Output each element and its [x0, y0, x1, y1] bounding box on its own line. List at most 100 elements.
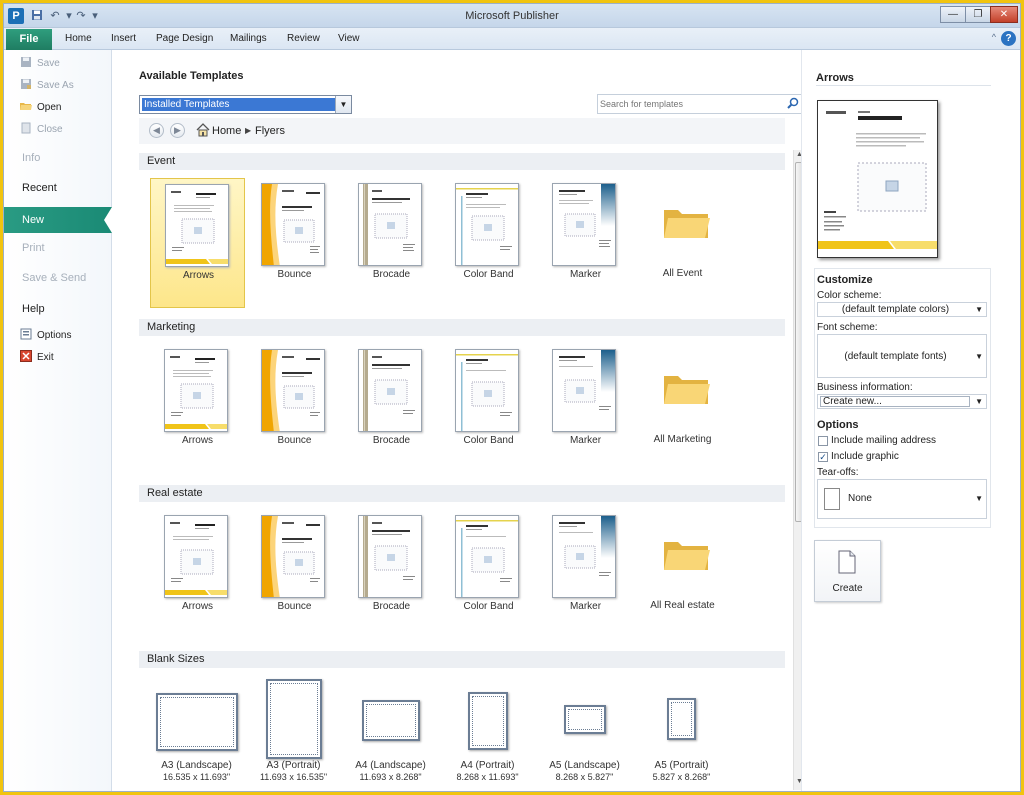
- include-mailing-label[interactable]: Include mailing address: [831, 435, 936, 446]
- tab-home[interactable]: Home: [65, 28, 92, 50]
- tearoffs-dropdown[interactable]: None ▼: [817, 479, 987, 519]
- template-tile-event-arrows[interactable]: Arrows: [150, 178, 245, 308]
- nav-options-label: Options: [37, 330, 72, 341]
- include-graphic-label[interactable]: Include graphic: [831, 451, 899, 462]
- include-mailing-checkbox[interactable]: [818, 436, 828, 446]
- nav-save-as-button[interactable]: Save As: [20, 78, 74, 94]
- thumbnail-color-band: [455, 515, 519, 598]
- nav-options-button[interactable]: Options: [20, 328, 71, 344]
- exit-icon: [20, 350, 32, 362]
- chevron-down-icon[interactable]: ▼: [975, 397, 983, 406]
- color-scheme-dropdown[interactable]: (default template colors) ▼: [817, 302, 987, 317]
- template-tile-marketing-bounce[interactable]: Bounce: [247, 344, 342, 474]
- include-graphic-checkbox[interactable]: ✓: [818, 452, 828, 462]
- blank-size-a4-landscape[interactable]: A4 (Landscape) 11.693 x 8.268": [343, 675, 438, 791]
- template-tile-marketing-marker[interactable]: Marker: [538, 344, 633, 474]
- font-scheme-dropdown[interactable]: (default template fonts) ▼: [817, 334, 987, 378]
- tab-file[interactable]: File: [6, 29, 52, 50]
- template-label: Arrows: [182, 270, 215, 281]
- template-preview-image: [817, 100, 938, 258]
- nav-save-button[interactable]: Save: [20, 56, 60, 72]
- nav-tab-info[interactable]: Info: [22, 152, 40, 164]
- thumbnail-marker: [552, 183, 616, 266]
- template-label: Color Band: [463, 601, 514, 612]
- template-tile-real-estate-marker[interactable]: Marker: [538, 510, 633, 640]
- tab-review[interactable]: Review: [287, 28, 320, 50]
- nav-open-button[interactable]: Open: [20, 100, 61, 116]
- nav-tab-print[interactable]: Print: [22, 242, 45, 254]
- nav-save-as-label: Save As: [37, 80, 74, 91]
- section-header-blank-sizes[interactable]: Blank Sizes: [139, 651, 785, 668]
- minimize-ribbon-icon[interactable]: ^: [992, 32, 996, 42]
- chevron-down-icon[interactable]: ▼: [975, 352, 983, 361]
- template-tile-marketing-color-band[interactable]: Color Band: [441, 344, 536, 474]
- section-header-event[interactable]: Event: [139, 153, 785, 170]
- chevron-down-icon[interactable]: ▼: [975, 305, 983, 314]
- template-tile-event-color-band[interactable]: Color Band: [441, 178, 536, 308]
- template-tile-marketing-arrows[interactable]: Arrows: [150, 344, 245, 474]
- blank-page-thumbnail: [564, 705, 606, 734]
- nav-exit-button[interactable]: Exit: [20, 350, 54, 366]
- minimize-button[interactable]: —: [940, 6, 966, 23]
- template-tile-real-estate-arrows[interactable]: Arrows: [150, 510, 245, 640]
- blank-size-a5-portrait[interactable]: A5 (Portrait) 5.827 x 8.268": [634, 675, 729, 791]
- home-icon[interactable]: [196, 123, 210, 137]
- forward-arrow-icon[interactable]: ▶: [170, 123, 185, 138]
- blank-size-a3-landscape[interactable]: A3 (Landscape) 16.535 x 11.693": [149, 675, 244, 791]
- template-search-box[interactable]: [597, 94, 803, 114]
- tearoffs-label: Tear-offs:: [817, 467, 859, 478]
- folder-icon: [664, 542, 710, 570]
- back-arrow-icon[interactable]: ◀: [149, 123, 164, 138]
- blank-size-a5-landscape[interactable]: A5 (Landscape) 8.268 x 5.827": [537, 675, 632, 791]
- thumbnail-arrows: [164, 515, 228, 598]
- thumbnail-brocade: [358, 183, 422, 266]
- blank-size-a3-portrait[interactable]: A3 (Portrait) 11.693 x 16.535": [246, 675, 341, 791]
- nav-close-button[interactable]: Close: [20, 122, 63, 138]
- search-icon[interactable]: [787, 97, 799, 111]
- tab-insert[interactable]: Insert: [111, 28, 136, 50]
- folder-tile-all-marketing[interactable]: All Marketing: [635, 344, 730, 474]
- blank-size-a4-portrait[interactable]: A4 (Portrait) 8.268 x 11.693": [440, 675, 535, 791]
- thumbnail-bounce: [261, 515, 325, 598]
- search-input[interactable]: [600, 97, 780, 111]
- section-header-real-estate[interactable]: Real estate: [139, 485, 785, 502]
- chevron-down-icon[interactable]: ▼: [975, 494, 983, 503]
- business-info-dropdown[interactable]: Create new... ▼: [817, 394, 987, 409]
- template-label: Marker: [569, 601, 602, 612]
- template-tile-real-estate-brocade[interactable]: Brocade: [344, 510, 439, 640]
- template-label: Brocade: [372, 269, 411, 280]
- thumbnail-arrows: [165, 184, 229, 267]
- section-header-marketing[interactable]: Marketing: [139, 319, 785, 336]
- backstage-nav: Save Save As Open Close Info Recent New …: [4, 50, 112, 791]
- template-source-dropdown[interactable]: Installed Templates ▼: [139, 95, 352, 114]
- folder-label: All Marketing: [653, 434, 712, 445]
- tab-mailings[interactable]: Mailings: [230, 28, 267, 50]
- chevron-down-icon[interactable]: ▼: [335, 96, 351, 113]
- restore-button[interactable]: ❐: [965, 6, 991, 23]
- folder-label: All Real estate: [650, 600, 715, 611]
- template-tile-marketing-brocade[interactable]: Brocade: [344, 344, 439, 474]
- divider: [816, 85, 991, 86]
- folder-tile-all-event[interactable]: All Event: [635, 178, 730, 308]
- tab-view[interactable]: View: [338, 28, 360, 50]
- close-button[interactable]: ✕: [990, 6, 1018, 23]
- help-icon[interactable]: ?: [1001, 31, 1016, 46]
- breadcrumb-home[interactable]: Home: [212, 125, 241, 137]
- nav-tab-save-send[interactable]: Save & Send: [22, 272, 86, 284]
- template-tile-real-estate-bounce[interactable]: Bounce: [247, 510, 342, 640]
- create-button[interactable]: Create: [814, 540, 881, 602]
- template-tile-event-marker[interactable]: Marker: [538, 178, 633, 308]
- tab-page-design[interactable]: Page Design: [156, 28, 213, 50]
- breadcrumb-current: Flyers: [255, 125, 285, 137]
- template-tile-event-brocade[interactable]: Brocade: [344, 178, 439, 308]
- nav-tab-new[interactable]: New: [4, 207, 112, 233]
- open-folder-icon: [20, 100, 32, 112]
- customize-panel: Customize Color scheme: (default templat…: [814, 268, 991, 528]
- nav-tab-recent[interactable]: Recent: [22, 182, 57, 194]
- template-tile-event-bounce[interactable]: Bounce: [247, 178, 342, 308]
- template-tile-real-estate-color-band[interactable]: Color Band: [441, 510, 536, 640]
- folder-tile-all-real-estate[interactable]: All Real estate: [635, 510, 730, 640]
- business-info-value: Create new...: [820, 396, 970, 407]
- nav-tab-help[interactable]: Help: [22, 303, 45, 315]
- thumbnail-bounce: [261, 183, 325, 266]
